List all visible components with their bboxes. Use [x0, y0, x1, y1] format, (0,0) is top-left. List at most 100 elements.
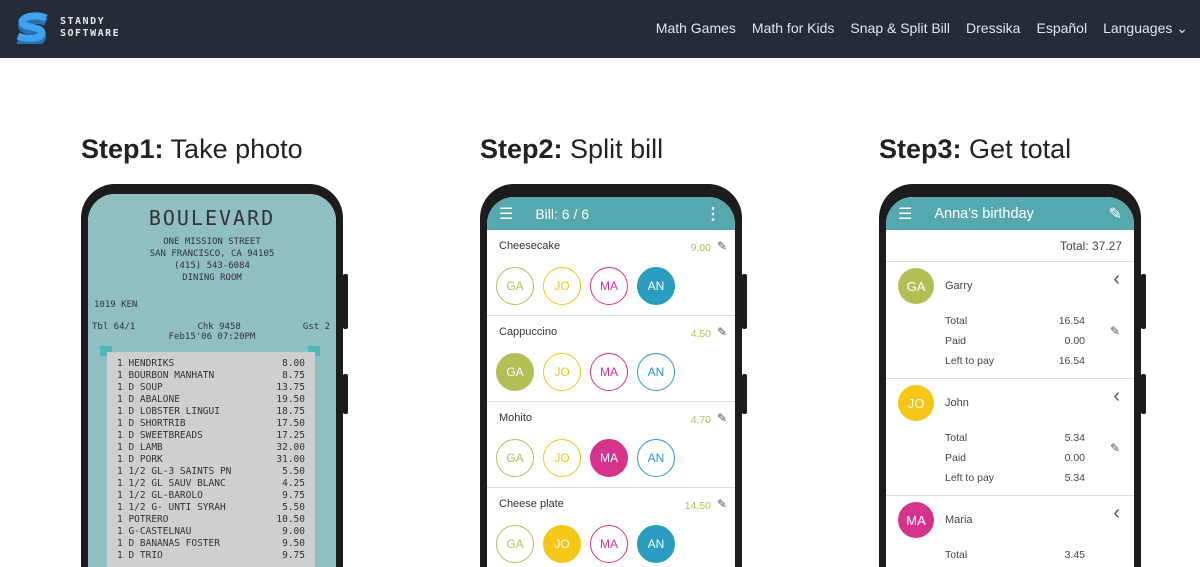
top-navbar: STANDY SOFTWARE Math Games Math for Kids … — [0, 0, 1200, 58]
logo-text-software: SOFTWARE — [60, 28, 121, 39]
standy-logo-icon — [16, 12, 48, 44]
amount-row-paid: Paid 0.00 — [945, 331, 1085, 351]
bill-item-name: Cheesecake — [499, 240, 561, 252]
person-amounts: Total 16.54 Paid 0.00 Left to pay 16.54 — [945, 311, 1085, 371]
receipt-item-name: 1 D LAMB — [117, 442, 163, 453]
bill-item: Cappuccino 4.50 ✎ GA JO MA AN — [487, 316, 735, 402]
nav-espanol[interactable]: Español — [1036, 20, 1087, 37]
bill-item-name: Mohito — [499, 412, 533, 424]
amount-row-left: Left to pay 16.54 — [945, 351, 1085, 371]
chevron-left-icon[interactable]: ‹ — [1113, 385, 1120, 408]
nav-dressika[interactable]: Dressika — [966, 20, 1020, 37]
person-name: Garry — [945, 280, 973, 292]
receipt-address-line: DINING ROOM — [182, 273, 242, 283]
bill-item: Cheesecake 9.00 ✎ GA JO MA AN — [487, 230, 735, 316]
receipt-gst: Gst 2 — [302, 322, 330, 332]
receipt-item-price: 17.25 — [276, 430, 305, 441]
amount-row-total: Total 3.45 — [945, 545, 1085, 565]
receipt-items: 1 HENDRIKS 8.00 1 BOURBON MANHATN 8.75 1 D S… — [107, 352, 315, 567]
person-toggle-an[interactable]: AN — [637, 267, 675, 305]
step3-label: Step3: — [879, 134, 962, 164]
bill-item-name: Cappuccino — [499, 326, 558, 338]
nav-languages[interactable]: Languages ⌄ — [1103, 20, 1188, 37]
avatar: MA — [898, 502, 934, 538]
receipt-item-name: 1 POTRERO — [117, 514, 169, 525]
receipt-item-price: 18.75 — [276, 406, 305, 417]
menu-icon[interactable]: ☰ — [898, 204, 912, 224]
receipt-item: 1 BOURBON MANHATN 8.75 — [117, 370, 305, 382]
receipt-address: ONE MISSION STREET SAN FRANCISCO, CA 9410… — [88, 236, 336, 284]
edit-icon[interactable]: ✎ — [717, 497, 727, 511]
step3-text: Get total — [969, 134, 1072, 164]
person-toggle-jo[interactable]: JO — [543, 439, 581, 477]
avatar: GA — [898, 268, 934, 304]
person-header[interactable]: JO John — [898, 385, 1122, 421]
amount-label: Total — [945, 432, 968, 444]
person-header[interactable]: GA Garry — [898, 268, 1122, 304]
person-toggle-ga[interactable]: GA — [496, 525, 534, 563]
receipt-item-name: 1 D LOBSTER LINGUI — [117, 406, 220, 417]
split-app-bar: ☰ Bill: 6 / 6 ⋮ — [487, 197, 735, 230]
menu-icon[interactable]: ☰ — [499, 204, 513, 224]
nav-languages-label: Languages — [1103, 20, 1173, 36]
amount-label: Paid — [945, 452, 967, 464]
receipt-item: 1 D SOUP 13.75 — [117, 382, 305, 394]
receipt-item: 1 1/2 GL SAUV BLANC 4.25 — [117, 478, 305, 490]
edit-icon[interactable]: ✎ — [717, 411, 727, 425]
edit-icon[interactable]: ✎ — [717, 239, 727, 253]
receipt-item-price: 5.50 — [282, 502, 305, 513]
phone-get-total: ☰ Anna's birthday ✎ Total: 37.27 GA Garry… — [879, 184, 1146, 567]
person-toggle-ma[interactable]: MA — [590, 439, 628, 477]
receipt-item: 1 D ABALONE 19.50 — [117, 394, 305, 406]
nav-math-games[interactable]: Math Games — [656, 20, 736, 37]
person-toggle-ga[interactable]: GA — [496, 267, 534, 305]
person-toggle-ga[interactable]: GA — [496, 439, 534, 477]
person-selector: GA JO MA AN — [496, 267, 723, 305]
person-toggle-jo[interactable]: JO — [543, 525, 581, 563]
edit-icon[interactable]: ✎ — [1109, 204, 1122, 224]
receipt-item: 1 HENDRIKS 8.00 — [117, 358, 305, 370]
person-toggle-jo[interactable]: JO — [543, 353, 581, 391]
amount-row-left: Left to pay 5.34 — [945, 468, 1085, 488]
receipt-item-price: 5.50 — [282, 466, 305, 477]
bill-item-price: 4.50 — [690, 328, 711, 340]
chevron-left-icon[interactable]: ‹ — [1113, 502, 1120, 525]
amount-row-total: Total 5.34 — [945, 428, 1085, 448]
chevron-left-icon[interactable]: ‹ — [1113, 268, 1120, 291]
person-header[interactable]: MA Maria — [898, 502, 1122, 538]
amount-label: Left to pay — [945, 472, 995, 484]
amount-value: 16.54 — [1058, 315, 1085, 327]
standy-logo[interactable]: STANDY SOFTWARE — [10, 12, 120, 44]
nav-snap-split-bill[interactable]: Snap & Split Bill — [850, 20, 950, 37]
receipt-item-price: 9.00 — [282, 526, 305, 537]
receipt-item-price: 8.75 — [282, 370, 305, 381]
receipt-address-line: (415) 543-6084 — [174, 261, 250, 271]
person-toggle-an[interactable]: AN — [637, 439, 675, 477]
nav-math-for-kids[interactable]: Math for Kids — [752, 20, 834, 37]
person-toggle-ma[interactable]: MA — [590, 353, 628, 391]
receipt-item-price: 9.75 — [282, 490, 305, 501]
amount-value: 0.00 — [1064, 452, 1085, 464]
edit-paid-icon[interactable]: ✎ — [1110, 324, 1120, 338]
amount-value: 5.34 — [1064, 432, 1085, 444]
person-toggle-jo[interactable]: JO — [543, 267, 581, 305]
person-toggle-an[interactable]: AN — [637, 353, 675, 391]
receipt-item: 1 D LAMB 32.00 — [117, 442, 305, 454]
receipt-item-price: 19.50 — [276, 394, 305, 405]
person-toggle-ma[interactable]: MA — [590, 267, 628, 305]
person-amounts: Total 5.34 Paid 0.00 Left to pay 5.34 — [945, 428, 1085, 488]
receipt-address-line: ONE MISSION STREET — [163, 237, 261, 247]
more-vert-icon[interactable]: ⋮ — [705, 204, 721, 224]
grand-total: Total: 37.27 — [886, 230, 1134, 262]
person-toggle-ma[interactable]: MA — [590, 525, 628, 563]
edit-paid-icon[interactable]: ✎ — [1110, 441, 1120, 455]
person-toggle-ga[interactable]: GA — [496, 353, 534, 391]
person-toggle-an[interactable]: AN — [637, 525, 675, 563]
receipt-item-name: 1 D TRIO — [117, 550, 163, 561]
receipt-item: 1 1/2 GL-BAROLO 9.75 — [117, 490, 305, 502]
step2-label: Step2: — [480, 134, 563, 164]
edit-icon[interactable]: ✎ — [717, 325, 727, 339]
receipt-address-line: SAN FRANCISCO, CA 94105 — [149, 249, 275, 259]
receipt-item-name: 1 D SHORTRIB — [117, 418, 186, 429]
receipt-item-name: 1 BOURBON MANHATN — [117, 370, 215, 381]
